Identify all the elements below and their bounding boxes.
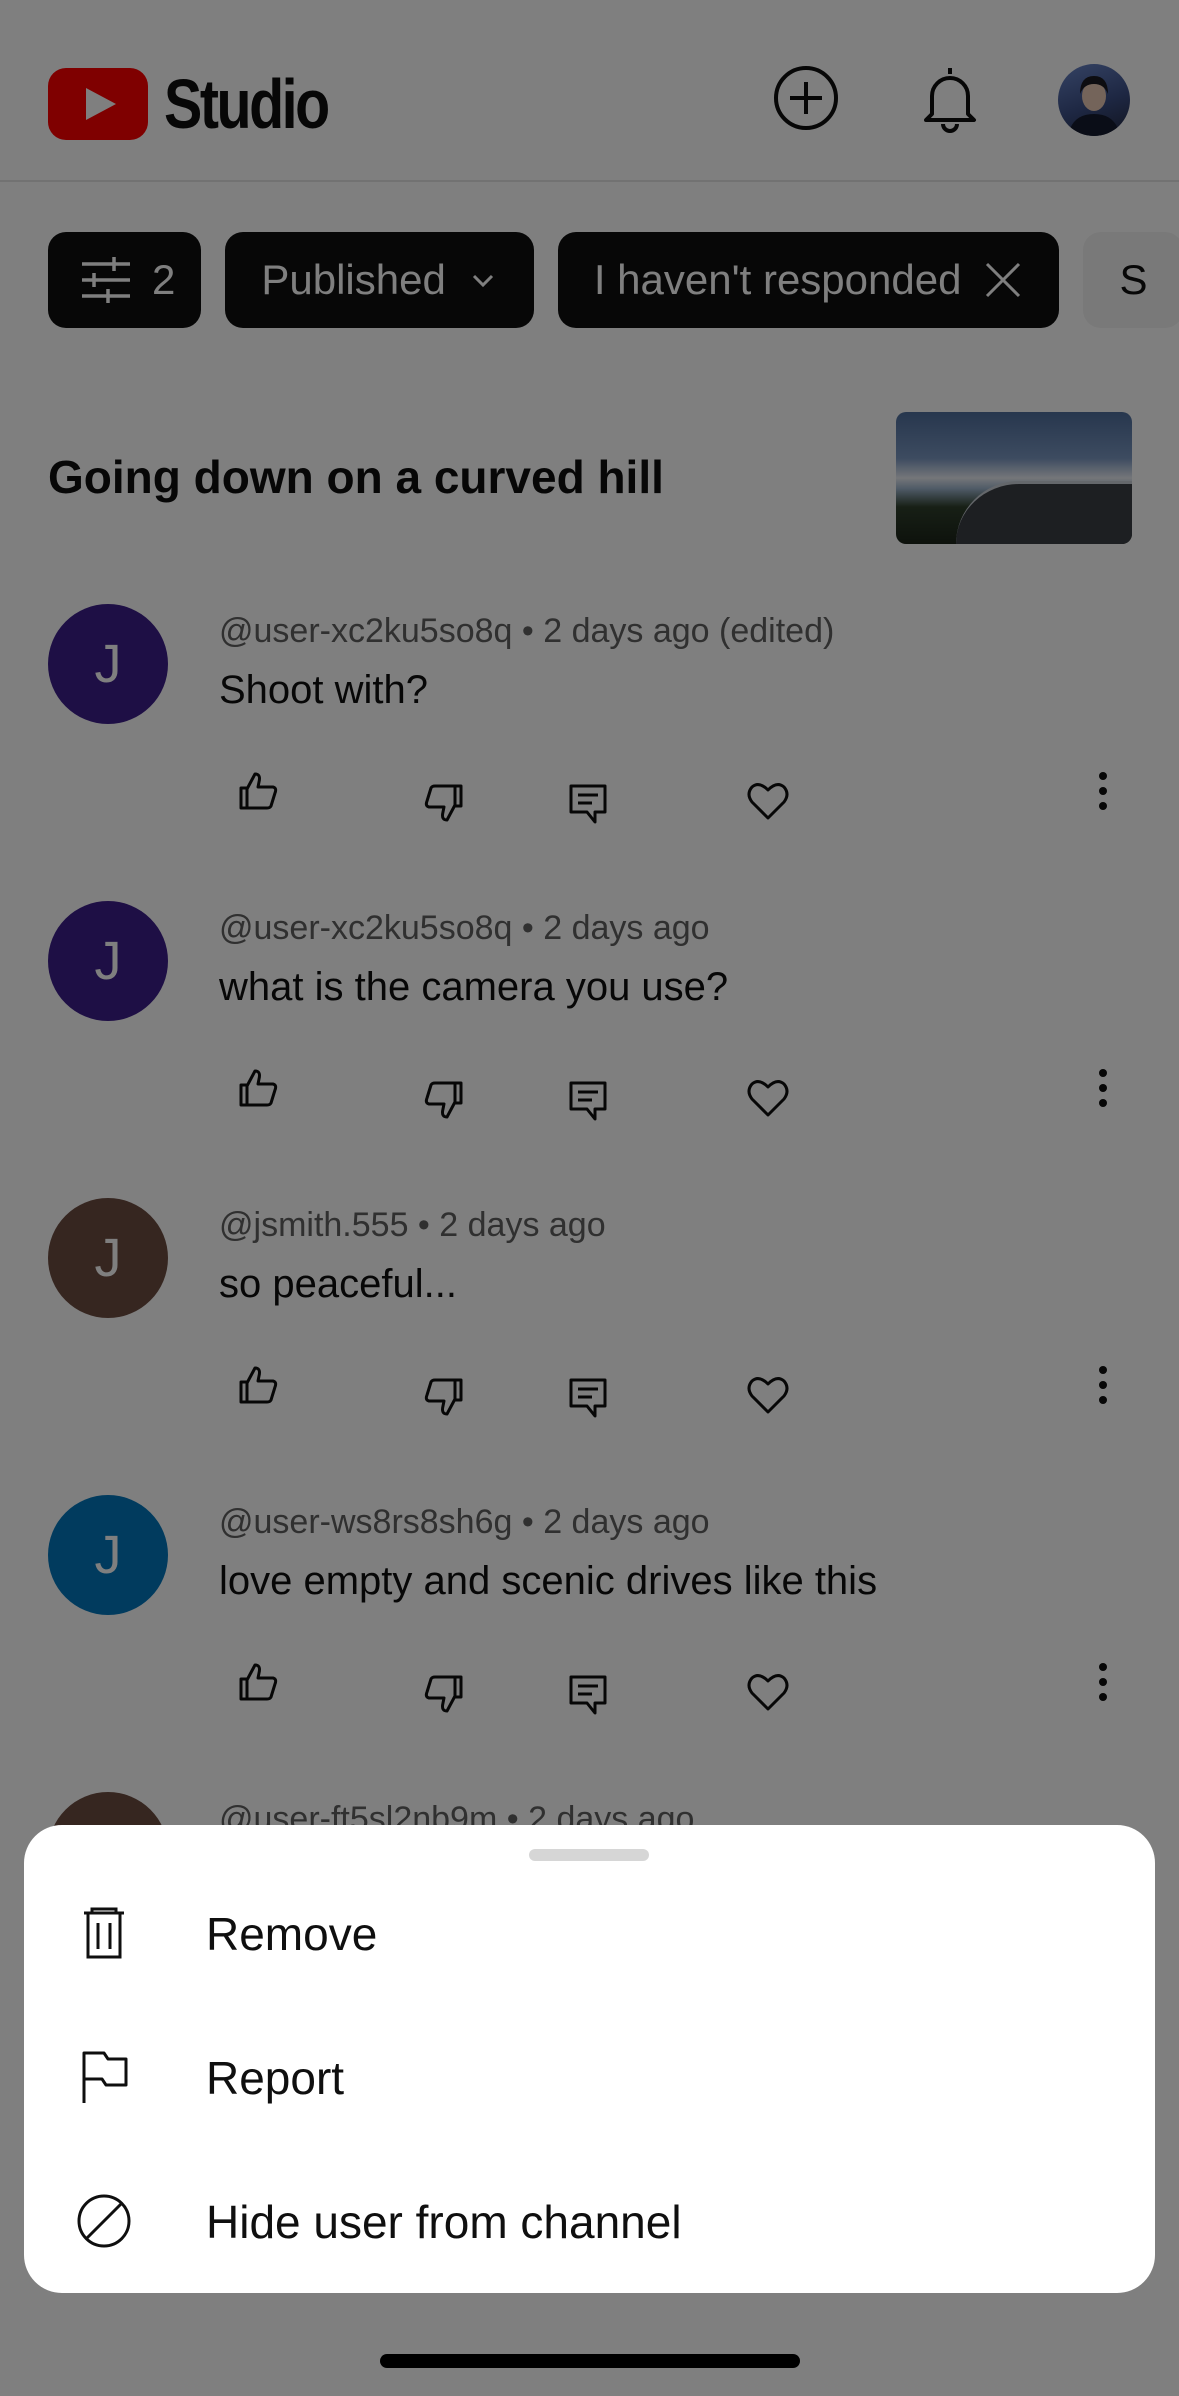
remove-action[interactable]: Remove [24,1861,1155,2005]
trash-icon [84,1907,124,1959]
block-icon [77,2194,131,2248]
sheet-item-label: Report [206,2052,345,2104]
flag-icon [82,2051,128,2103]
sheet-item-label: Remove [206,1908,378,1960]
home-indicator[interactable] [380,2354,800,2368]
report-action[interactable]: Report [24,2005,1155,2149]
sheet-item-label: Hide user from channel [206,2196,682,2248]
comment-actions-sheet: Remove Report Hide user from channel [24,1825,1155,2293]
studio-app: Studio [0,0,1179,2396]
hide-user-action[interactable]: Hide user from channel [24,2149,1155,2293]
drag-handle[interactable] [529,1849,649,1861]
